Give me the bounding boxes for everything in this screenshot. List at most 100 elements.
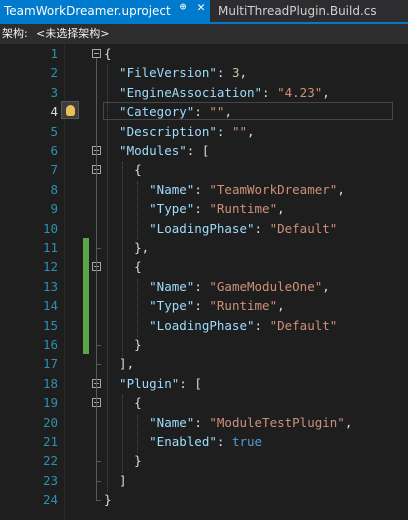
code-token: "Type"	[104, 298, 195, 314]
code-token: ,	[337, 181, 345, 197]
code-token: ],	[104, 356, 135, 372]
line-number: 6	[50, 143, 58, 158]
code-line: "Plugin": [	[104, 374, 202, 393]
code-token: "Plugin"	[104, 375, 180, 391]
tab-label: TeamWorkDreamer.uproject	[4, 4, 171, 18]
code-token: :	[194, 181, 210, 197]
code-token: "Name"	[104, 414, 195, 430]
line-number: 24	[42, 492, 58, 508]
code-token: : [	[186, 143, 210, 158]
outline-line	[96, 58, 97, 501]
code-token: :	[216, 434, 232, 449]
line-number: 5	[50, 123, 58, 139]
code-token: ""	[209, 104, 225, 120]
code-line: {	[104, 44, 112, 63]
line-number: 10	[42, 220, 58, 236]
code-token: "EngineAssociation"	[104, 84, 263, 100]
line-number: 22	[42, 453, 58, 469]
indent-guide	[107, 65, 108, 493]
line-number: 16	[42, 337, 58, 352]
line-number: 11	[42, 240, 58, 255]
indent-guide	[122, 162, 124, 357]
code-token: "Runtime"	[209, 298, 278, 314]
line-number: 13	[42, 278, 58, 294]
line-number: 1	[50, 46, 58, 61]
code-line: "Type": "Runtime",	[104, 296, 285, 315]
tab-label: MultiThreadPlugin.Build.cs	[218, 4, 377, 18]
outline-end	[96, 480, 101, 482]
code-token: "Default"	[269, 317, 338, 333]
indent-guide	[137, 414, 139, 454]
code-token: ,	[277, 298, 285, 314]
line-number: 21	[42, 434, 58, 449]
code-line: "Name": "ModuleTestPlugin",	[104, 413, 352, 432]
code-token: ,	[239, 65, 248, 81]
code-token: :	[262, 84, 278, 100]
code-line: "EngineAssociation": "4.23",	[104, 83, 330, 102]
code-token: :	[194, 104, 210, 120]
collapse-icon[interactable]	[92, 49, 101, 58]
code-token: "Category"	[104, 104, 195, 120]
code-line: "LoadingPhase": "Default"	[104, 316, 337, 335]
code-token: "Enabled"	[104, 434, 217, 449]
indent-guide	[122, 395, 124, 473]
code-token: "FileVersion"	[104, 65, 217, 81]
code-token: ,	[224, 104, 232, 120]
indent-guide	[137, 278, 139, 337]
line-number: 14	[42, 298, 58, 314]
code-token: :	[194, 201, 210, 217]
code-token: ,	[322, 84, 330, 100]
line-number: 20	[42, 414, 58, 430]
code-line: }	[104, 490, 112, 509]
line-number: 12	[42, 259, 58, 275]
code-token: }	[104, 492, 112, 508]
code-token: :	[254, 220, 270, 236]
code-line: "Name": "TeamWorkDreamer",	[104, 180, 345, 199]
indent-guide	[137, 181, 139, 240]
line-number: 15	[42, 317, 58, 333]
code-token: ,	[344, 414, 353, 430]
changed-lines-marker	[83, 238, 89, 355]
code-line: "LoadingPhase": "Default"	[104, 219, 337, 238]
line-number: 19	[42, 395, 58, 411]
code-token: "4.23"	[277, 84, 323, 100]
code-line: "Description": "",	[104, 122, 255, 141]
code-line: "Modules": [	[104, 141, 209, 160]
architecture-label: 架构:	[2, 27, 28, 40]
line-number: 9	[50, 201, 58, 217]
outline-end	[96, 500, 101, 502]
outline-end	[96, 461, 101, 463]
code-token: "Runtime"	[209, 201, 278, 217]
architecture-bar: 架构: <未选择架构>	[0, 24, 408, 44]
code-token: : [	[179, 375, 202, 391]
code-line: "FileVersion": 3,	[104, 63, 247, 82]
code-token: :	[194, 414, 210, 430]
tab-multithreadplugin-build-cs[interactable]: MultiThreadPlugin.Build.cs	[212, 0, 408, 22]
code-line: "Category": "",	[104, 102, 232, 121]
code-token: "ModuleTestPlugin"	[209, 414, 345, 430]
code-line: },	[104, 238, 149, 257]
code-token: "Default"	[269, 220, 338, 236]
line-number: 17	[42, 356, 58, 372]
code-token: "LoadingPhase"	[104, 317, 255, 333]
code-token: ,	[247, 123, 255, 139]
line-number: 23	[42, 472, 58, 488]
line-number: 4	[50, 104, 58, 120]
line-number: 3	[50, 84, 58, 100]
code-token: :	[194, 298, 210, 314]
code-editor[interactable]: 1 2 3 4 5 6 7 8 9 10 11 12 13 14 15 16 17 18 19 20 21 22 23 24{…	[0, 44, 408, 520]
lightbulb-icon[interactable]	[61, 101, 79, 119]
line-number: 7	[50, 162, 58, 178]
code-token: :	[216, 65, 232, 81]
pin-icon[interactable]: ⊕	[176, 0, 190, 13]
code-token: :	[194, 278, 210, 294]
outline-end	[96, 248, 101, 249]
outline-end	[96, 364, 101, 366]
close-icon[interactable]: ✕	[194, 0, 208, 15]
line-number: 2	[50, 65, 58, 81]
code-token: ""	[231, 123, 248, 139]
code-token: "GameModuleOne"	[209, 278, 323, 294]
code-token: },	[104, 240, 150, 255]
architecture-dropdown[interactable]: <未选择架构>	[36, 24, 109, 44]
line-number: 18	[42, 375, 58, 391]
